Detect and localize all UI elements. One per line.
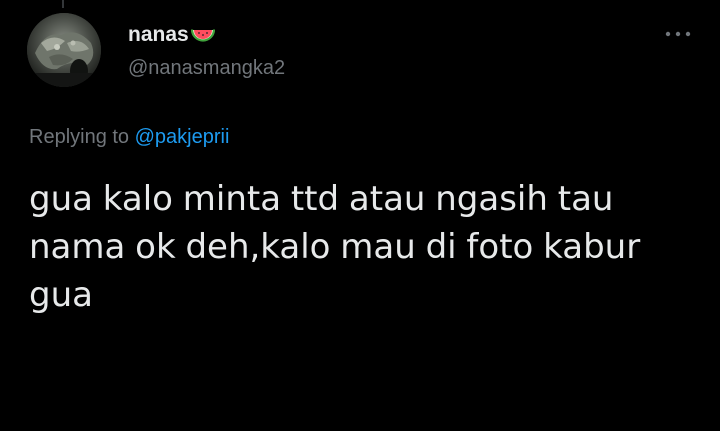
tweet-text: gua kalo minta ttd atau ngasih tau nama … (29, 175, 679, 319)
replying-to-label: Replying to (29, 126, 135, 148)
avatar[interactable] (27, 13, 101, 87)
watermelon-icon (190, 28, 215, 44)
replying-to-link[interactable]: @pakjeprii (135, 126, 230, 148)
display-name[interactable]: nanas (128, 22, 189, 48)
tweet-text-line: gua (29, 275, 93, 315)
tweet[interactable]: nanas @nanasmangka2 Replying to @pakjepr… (0, 0, 720, 431)
replying-to-row: Replying to @pakjeprii (29, 124, 229, 150)
tweet-text-line: gua kalo minta ttd atau ngasih tau (29, 179, 614, 219)
more-options-button[interactable] (662, 22, 694, 46)
tweet-text-line: nama ok deh,kalo mau di foto kabur (29, 227, 641, 267)
more-horizontal-icon (665, 31, 691, 37)
user-handle[interactable]: @nanasmangka2 (128, 55, 285, 81)
display-name-row[interactable]: nanas (128, 22, 215, 48)
